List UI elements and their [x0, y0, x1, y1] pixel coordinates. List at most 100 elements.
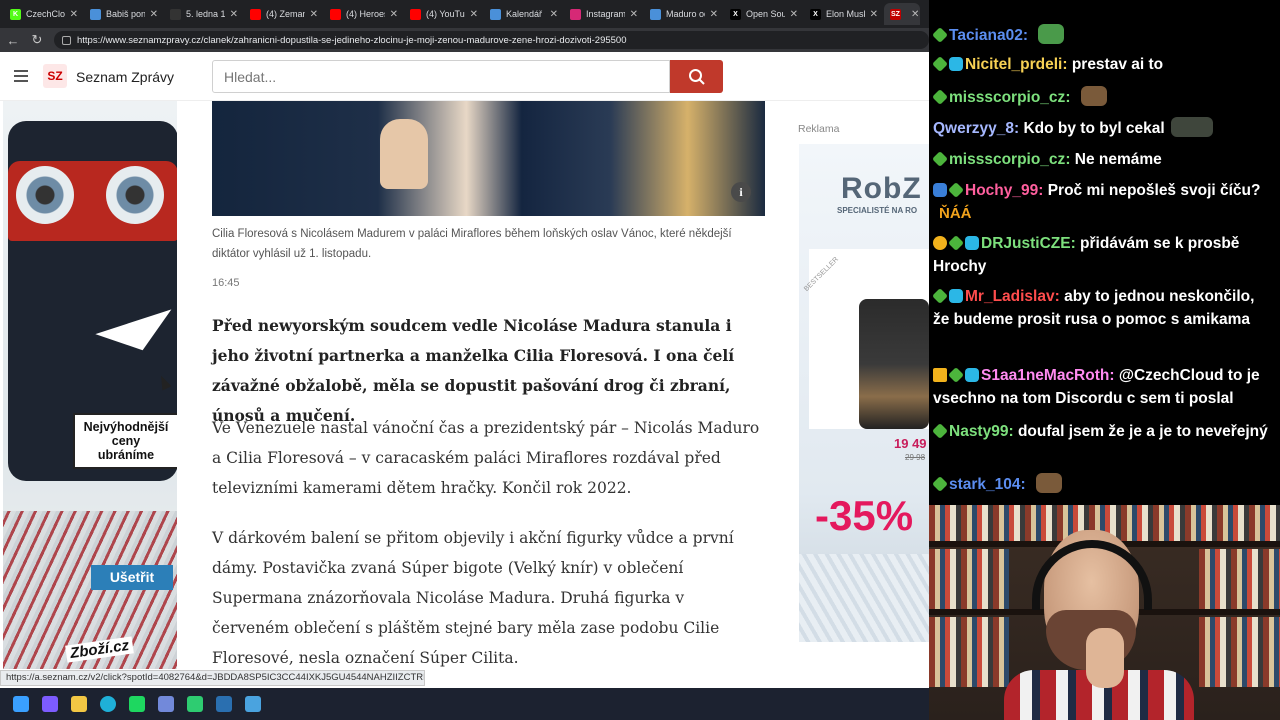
tab-favicon-icon: [170, 8, 181, 20]
tab-title: 5. ledna 10:: [186, 9, 225, 19]
tab-favicon-icon: X: [810, 8, 821, 20]
ad-bubble-line: ceny: [111, 434, 141, 448]
search-input[interactable]: [212, 60, 670, 93]
tab-favicon-icon: [90, 8, 101, 20]
robot-vacuum-image: [859, 299, 929, 429]
chat-username[interactable]: Nasty99: [949, 423, 1008, 440]
steam-icon[interactable]: [216, 696, 232, 712]
browser-tab[interactable]: X Elon Musk n ✕: [804, 3, 884, 25]
chat-message-text: doufal jsem že je a je to neveřejný: [1017, 423, 1268, 440]
browser-tab[interactable]: (4) Zeman: N ✕: [244, 3, 324, 25]
browser-tab[interactable]: 5. ledna 10: ✕: [164, 3, 244, 25]
browser-tab[interactable]: Instagram ✕: [564, 3, 644, 25]
notepad-icon[interactable]: [245, 696, 261, 712]
browser-tab[interactable]: (4) YouTube ✕: [404, 3, 484, 25]
tab-close-icon[interactable]: ✕: [310, 9, 318, 20]
article-paragraph: Ve Venezuele nastal vánoční čas a prezid…: [212, 419, 760, 497]
bookshelf-row: [1199, 617, 1280, 687]
site-logo-text[interactable]: Seznam Zprávy: [76, 69, 174, 85]
tab-favicon-icon: [250, 8, 261, 20]
chat-username[interactable]: Taciana02: [949, 27, 1023, 44]
copilot-icon[interactable]: [42, 696, 58, 712]
article: i Cilia Floresová s Nicolásem Madurem v …: [212, 101, 765, 688]
bookshelf-row: [929, 549, 1009, 609]
tab-close-icon[interactable]: ✕: [230, 9, 238, 20]
cyan-badge-icon: [965, 236, 979, 250]
tab-bar: KCzechCloud✕Babiš ponese✕5. ledna 10:✕(4…: [0, 0, 929, 28]
chat-username[interactable]: Nicitel_prdeli: [965, 56, 1062, 73]
browser-tab[interactable]: Maduro odj ✕: [644, 3, 724, 25]
chat-message: Hochy_99: Proč mi nepošleš svoji číču?ŇÁ…: [933, 180, 1273, 225]
chat-username[interactable]: missscorpio_cz: [949, 89, 1065, 106]
webcam-feed: [929, 505, 1280, 720]
site-header: SZ Seznam Zprávy: [0, 52, 929, 101]
address-bar-row: ← ↻ https://www.seznamzpravy.cz/clanek/z…: [0, 28, 929, 52]
browser-tab[interactable]: X Open Source ✕: [724, 3, 804, 25]
chat-message: Nicitel_prdeli: prestav ai to: [932, 54, 1273, 77]
chat-username[interactable]: S1aa1neMacRoth: [981, 367, 1109, 384]
tab-close-icon[interactable]: ✕: [790, 9, 798, 20]
left-advertisement[interactable]: Nejvýhodnější ceny ubráníme Ušetřit Zbož…: [3, 101, 177, 669]
tab-close-icon[interactable]: ✕: [630, 9, 638, 20]
chat-username[interactable]: stark_104: [949, 476, 1021, 493]
ad-discount: -35%: [815, 492, 914, 539]
crown-badge-icon: [933, 368, 947, 382]
chat-message-text: Kdo by to byl cekal: [1023, 120, 1165, 137]
windows-start-icon[interactable]: [13, 696, 29, 712]
chat-emote-icon: ŇÁÁ: [939, 204, 972, 222]
back-icon[interactable]: ←: [6, 33, 20, 48]
tab-close-icon[interactable]: ✕: [390, 9, 398, 20]
photo-info-icon[interactable]: i: [731, 182, 751, 202]
site-logo-mark[interactable]: SZ: [43, 64, 67, 88]
browser-tab[interactable]: Babiš ponese ✕: [84, 3, 164, 25]
tab-close-icon[interactable]: ✕: [911, 9, 919, 20]
chat-message-text: prestav ai to: [1071, 56, 1164, 73]
tab-close-icon[interactable]: ✕: [470, 9, 478, 20]
chat-username[interactable]: DRJustiCZE: [981, 235, 1071, 252]
browser-tab[interactable]: Kalendář Go ✕: [484, 3, 564, 25]
tab-title: (4) Heroes 3: [346, 9, 385, 19]
chat-emote-icon: [1038, 24, 1065, 44]
cyan-badge-icon: [949, 289, 963, 303]
tab-title: Elon Musk n: [826, 9, 865, 19]
ad-bubble-line: ubráníme: [97, 448, 155, 462]
link-status-bar: https://a.seznam.cz/v2/click?spotId=4082…: [0, 670, 425, 686]
chat-username[interactable]: Mr_Ladislav: [965, 288, 1055, 305]
search-button[interactable]: [670, 60, 723, 93]
chat-message: missscorpio_cz:: [932, 86, 1273, 110]
reload-icon[interactable]: ↻: [30, 32, 44, 48]
menu-icon[interactable]: [14, 70, 28, 82]
spotify-icon[interactable]: [129, 696, 145, 712]
tab-close-icon[interactable]: ✕: [70, 9, 78, 20]
taskbar: [0, 688, 929, 720]
browser-tab[interactable]: SZ"Do✕: [884, 3, 920, 25]
photo-caption: Cilia Floresová s Nicolásem Madurem v pa…: [212, 228, 732, 260]
ad-frost-decoration: [799, 554, 929, 642]
tab-title: Kalendář Go: [506, 9, 545, 19]
browser-window: KCzechCloud✕Babiš ponese✕5. ledna 10:✕(4…: [0, 0, 929, 688]
ad-save-button[interactable]: Ušetřit: [91, 565, 173, 590]
file-explorer-icon[interactable]: [71, 696, 87, 712]
tab-close-icon[interactable]: ✕: [870, 9, 878, 20]
obs-icon[interactable]: [187, 696, 203, 712]
right-advertisement[interactable]: RobZ SPECIALISTÉ NA RO BESTSELLER 19 49 …: [799, 144, 929, 642]
ad-tagline: SPECIALISTÉ NA RO: [837, 206, 918, 215]
green-badge-icon: [948, 367, 964, 383]
browser-tab[interactable]: (4) Heroes 3 ✕: [324, 3, 404, 25]
chat-username[interactable]: missscorpio_cz: [949, 151, 1065, 168]
green-badge-icon: [932, 27, 948, 43]
tab-close-icon[interactable]: ✕: [150, 9, 158, 20]
chat-username[interactable]: Qwerzyy_8: [933, 120, 1014, 137]
discord-icon[interactable]: [158, 696, 174, 712]
browser-tab[interactable]: K CzechCloud ✕: [4, 3, 84, 25]
article-photo[interactable]: i: [212, 101, 765, 216]
chat-message: Nasty99: doufal jsem že je a je to neveř…: [932, 421, 1273, 444]
green-badge-icon: [948, 235, 964, 251]
chat-username[interactable]: Hochy_99: [965, 182, 1038, 199]
tab-close-icon[interactable]: ✕: [550, 9, 558, 20]
edge-icon[interactable]: [100, 696, 116, 712]
tab-close-icon[interactable]: ✕: [710, 9, 718, 20]
address-bar[interactable]: https://www.seznamzpravy.cz/clanek/zahra…: [54, 31, 929, 49]
tab-title: Instagram: [586, 9, 625, 19]
chat-message: missscorpio_cz: Ne nemáme: [932, 149, 1273, 172]
